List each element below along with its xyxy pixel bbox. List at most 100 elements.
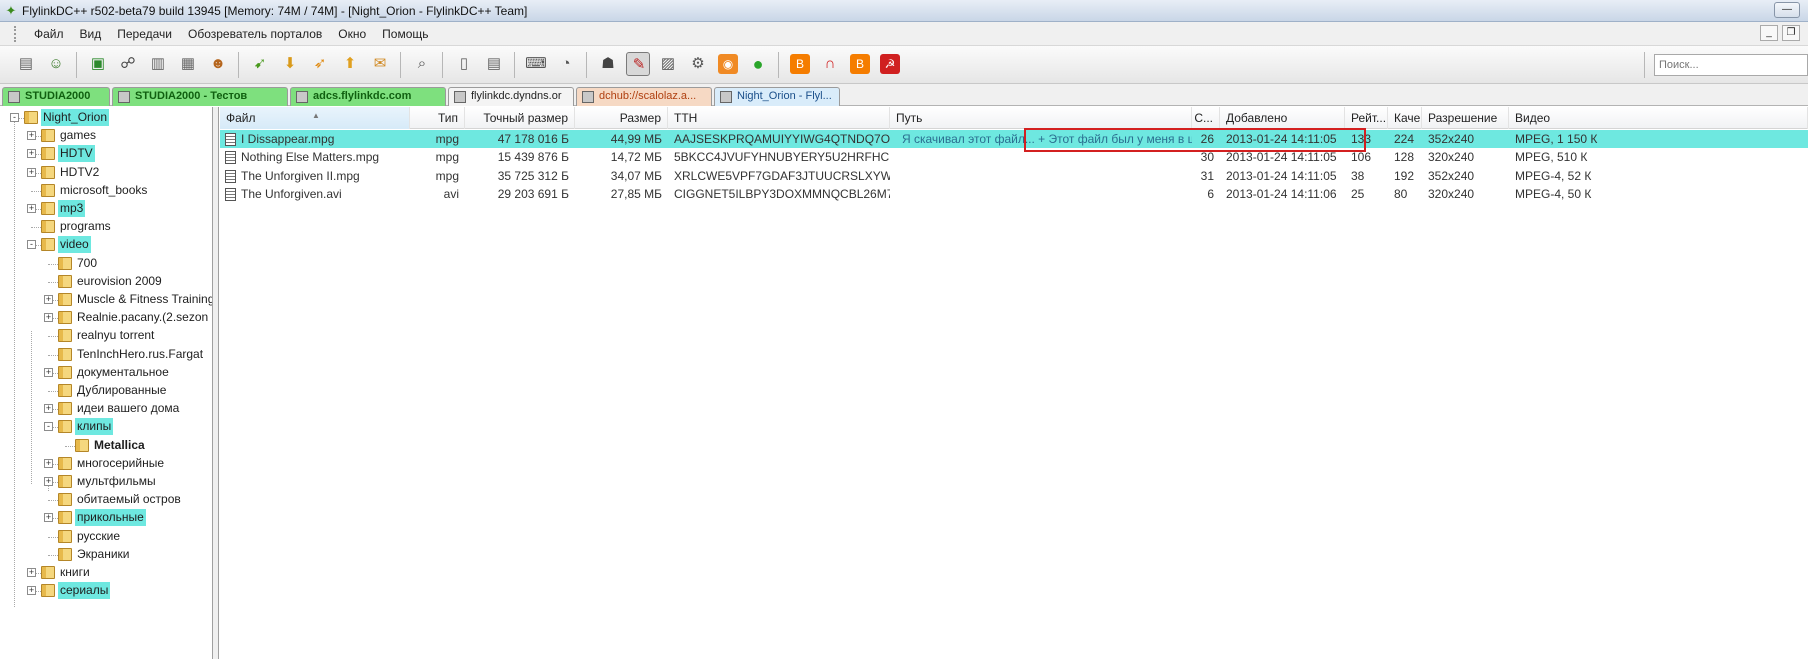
expand-icon[interactable]: + (27, 586, 36, 596)
menu-file[interactable]: Файл (34, 27, 64, 41)
col-exact-size-header[interactable]: Точный размер (465, 107, 575, 129)
expand-icon[interactable]: + (44, 513, 53, 523)
download-queue-icon[interactable]: ⬇ (278, 52, 302, 76)
notepad-icon[interactable]: ✎ (626, 52, 650, 76)
menu-transfers[interactable]: Передачи (117, 27, 172, 41)
folder-tree[interactable]: - Night_Orion + games + HDTV + HDTV2 microsoft_b… (0, 107, 213, 659)
favorites-icon[interactable]: ▤ (482, 52, 506, 76)
tree-item[interactable]: + Realnie.pacany.(2.sezon (0, 309, 212, 327)
col-rating-header[interactable]: Рейт... (1345, 107, 1388, 129)
tree-item[interactable]: + мультфильмы (0, 473, 212, 491)
clock-user-icon[interactable]: ◔ (554, 52, 578, 76)
blogger-icon-2[interactable]: B (848, 52, 872, 76)
col-added-header[interactable]: Добавлено (1220, 107, 1345, 129)
expand-icon[interactable]: + (44, 477, 53, 486)
menu-view[interactable]: Вид (80, 27, 102, 41)
user-network-icon[interactable]: ☍ (116, 52, 140, 76)
table-row[interactable]: The Unforgiven.avi avi 29 203 691 Б 27,85 М… (220, 185, 1808, 203)
tree-item[interactable]: + HDTV2 (0, 164, 212, 182)
expand-icon[interactable]: + (27, 568, 36, 577)
public-hubs-icon[interactable]: ▤ (14, 52, 38, 76)
menu-portal-browser[interactable]: Обозреватель порталов (188, 27, 322, 41)
tree-item[interactable]: microsoft_books (0, 182, 212, 200)
tree-item[interactable]: + mp3 (0, 200, 212, 218)
expand-icon[interactable]: + (27, 204, 36, 213)
collapse-icon[interactable]: - (44, 422, 53, 432)
tree-item[interactable]: + идеи вашего дома (0, 400, 212, 418)
splitter[interactable] (213, 107, 219, 659)
table-row[interactable]: I Dissappear.mpg mpg 47 178 016 Б 44,99 МБ A… (220, 130, 1808, 148)
tree-item[interactable]: 700 (0, 255, 212, 273)
spy-icon[interactable]: ☗ (596, 52, 620, 76)
col-tth-header[interactable]: TTH (668, 107, 890, 129)
tree-item[interactable]: обитаемый остров (0, 491, 212, 509)
col-quality-header[interactable]: Каче... (1388, 107, 1422, 129)
tree-item[interactable]: + документальное (0, 364, 212, 382)
expand-icon[interactable]: + (44, 295, 53, 304)
minimize-button[interactable]: — (1774, 2, 1800, 18)
expand-icon[interactable]: + (27, 149, 36, 159)
tree-item[interactable]: + HDTV (0, 145, 212, 163)
hub-tab[interactable]: Night_Orion - Flyl... (714, 87, 840, 106)
hashing-icon[interactable]: ▯ (452, 52, 476, 76)
tree-item[interactable]: realnyu torrent (0, 327, 212, 345)
table-row[interactable]: Nothing Else Matters.mpg mpg 15 439 876 Б 1… (220, 148, 1808, 166)
blogger-icon[interactable]: B (788, 52, 812, 76)
download-arrow-icon[interactable]: ➹ (248, 52, 272, 76)
tree-item[interactable]: + прикольные (0, 509, 212, 527)
table-row[interactable]: The Unforgiven II.mpg mpg 35 725 312 Б 34,0… (220, 167, 1808, 185)
magnet-icon[interactable]: ∩ (818, 52, 842, 76)
search-input[interactable] (1654, 54, 1808, 76)
hub-tab[interactable]: flylinkdc.dyndns.or (448, 87, 574, 106)
col-size-header[interactable]: Размер (575, 107, 668, 129)
users-icon[interactable]: ☺ (44, 52, 68, 76)
menu-help[interactable]: Помощь (382, 27, 428, 41)
tree-item[interactable]: TenInchHero.rus.Fargat (0, 346, 212, 364)
expand-icon[interactable]: + (44, 458, 53, 468)
tree-item[interactable]: + сериалы (0, 582, 212, 600)
tree-item[interactable]: - Night_Orion (0, 109, 212, 127)
expand-icon[interactable]: + (44, 367, 53, 377)
hammer-sickle-icon[interactable]: ☭ (878, 52, 902, 76)
finished-icon[interactable]: ✉ (368, 52, 392, 76)
tree-item[interactable]: + книги (0, 564, 212, 582)
keyboard-icon[interactable]: ⌨ (524, 52, 548, 76)
hub-tab[interactable]: STUDIA2000 (2, 87, 110, 106)
hub-tab[interactable]: adcs.flylinkdc.com (290, 87, 446, 106)
hub-tab[interactable]: dchub://scalolaz.a... (576, 87, 712, 106)
expand-icon[interactable]: + (27, 131, 36, 141)
menu-window[interactable]: Окно (338, 27, 366, 41)
expand-icon[interactable]: + (27, 167, 36, 177)
col-resolution-header[interactable]: Разрешение (1422, 107, 1509, 129)
tree-item[interactable]: - клипы (0, 418, 212, 436)
tree-item[interactable]: + многосерийные (0, 455, 212, 473)
rss-icon[interactable]: ◉ (716, 52, 740, 76)
col-type-header[interactable]: Тип (410, 107, 465, 129)
search-icon[interactable]: ⌕ (410, 52, 434, 76)
expand-icon[interactable]: + (44, 404, 53, 414)
upload-queue-icon[interactable]: ⬆ (338, 52, 362, 76)
server-add-icon[interactable]: ▦ (176, 52, 200, 76)
tree-item[interactable]: - video (0, 236, 212, 254)
tree-item[interactable]: + games (0, 127, 212, 145)
col-path-header[interactable]: Путь (890, 107, 1192, 129)
mdi-restore-button[interactable]: ❐ (1782, 25, 1800, 41)
col-video-header[interactable]: Видео (1509, 107, 1808, 129)
tree-item[interactable]: русские (0, 528, 212, 546)
tree-item[interactable]: Дублированные (0, 382, 212, 400)
add-hub-icon[interactable]: ▣ (86, 52, 110, 76)
tree-item[interactable]: Экраники (0, 546, 212, 564)
collapse-icon[interactable]: - (27, 240, 36, 250)
tree-item[interactable]: programs (0, 218, 212, 236)
mdi-minimize-button[interactable]: _ (1760, 25, 1778, 41)
green-globe-icon[interactable]: ● (746, 52, 770, 76)
server-icon[interactable]: ▥ (146, 52, 170, 76)
collapse-icon[interactable]: - (10, 113, 19, 122)
expand-icon[interactable]: + (44, 313, 53, 323)
tree-item[interactable]: Metallica (0, 437, 212, 455)
network-stats-icon[interactable]: ▨ (656, 52, 680, 76)
tree-item[interactable]: eurovision 2009 (0, 273, 212, 291)
user-card-icon[interactable]: ☻ (206, 52, 230, 76)
tree-item[interactable]: + Muscle & Fitness Training (0, 291, 212, 309)
hub-tab[interactable]: STUDIA2000 - Тестов (112, 87, 288, 106)
